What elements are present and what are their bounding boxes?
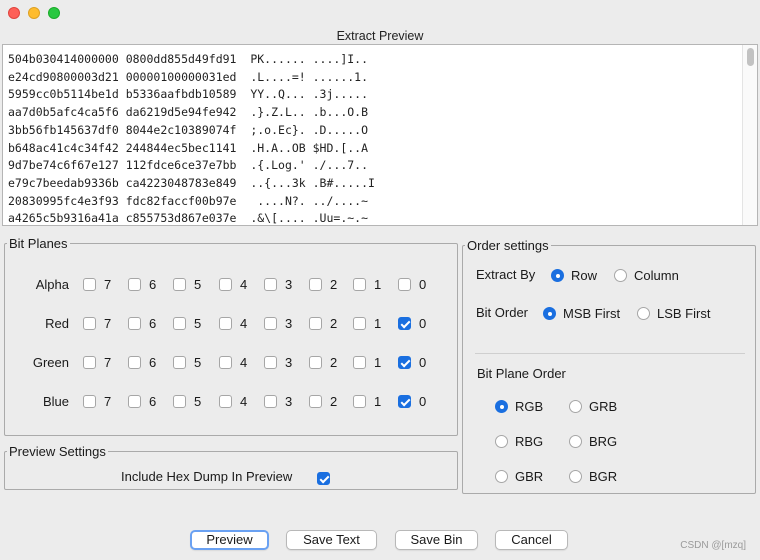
bit-number-label: 2 bbox=[330, 316, 338, 331]
bit-number-label: 0 bbox=[419, 394, 427, 409]
include-hex-dump-label: Include Hex Dump In Preview bbox=[121, 469, 293, 484]
save-text-button[interactable]: Save Text bbox=[286, 530, 377, 550]
bit-number-label: 6 bbox=[149, 355, 157, 370]
hex-lines: 504b030414000000 0800dd855d49fd91 PK....… bbox=[8, 51, 375, 226]
cancel-button[interactable]: Cancel bbox=[495, 530, 568, 550]
bit-plane-row-label: Blue bbox=[42, 394, 69, 409]
bit-plane-order-label: Bit Plane Order bbox=[477, 366, 566, 381]
bit-number-label: 7 bbox=[104, 316, 112, 331]
order-settings-legend: Order settings bbox=[467, 238, 549, 253]
bit-number-label: 4 bbox=[240, 316, 248, 331]
bit-number-label: 7 bbox=[104, 355, 112, 370]
bit-number-label: 0 bbox=[419, 316, 427, 331]
hex-line: 5959cc0b5114be1d b5336aafbdb10589 YY..Q.… bbox=[8, 87, 369, 102]
minimize-window-button[interactable] bbox=[28, 7, 40, 19]
bit-number-label: 5 bbox=[194, 316, 202, 331]
hex-line: b648ac41c4c34f42 244844ec5bec1141 .H.A..… bbox=[8, 140, 369, 155]
bit-number-label: 0 bbox=[419, 355, 427, 370]
bit-plane-row-green: Green 7 6 5 4 3 2 1 0 bbox=[5, 353, 457, 373]
preview-scrollbar-thumb[interactable] bbox=[747, 48, 754, 66]
hex-line: 9d7be74c6f67e127 112fdce6ce37e7bb .{.Log… bbox=[8, 158, 369, 173]
bit-plane-row-label: Alpha bbox=[35, 277, 69, 292]
bit-order-label: Bit Order bbox=[476, 305, 529, 320]
bit-number-label: 1 bbox=[374, 394, 382, 409]
bit-number-label: 6 bbox=[149, 394, 157, 409]
preview-button[interactable]: Preview bbox=[190, 530, 269, 550]
order-settings-group: Order settings Extract By Row Column Bit… bbox=[462, 238, 756, 494]
save-bin-button[interactable]: Save Bin bbox=[395, 530, 478, 550]
bit-plane-order-group: Bit Plane Order RGB GRB RBG BRG GBR BGR bbox=[475, 353, 745, 494]
hex-line: a4265c5b9316a41a c855753d867e037e .&\[..… bbox=[8, 211, 369, 226]
bit-number-label: 1 bbox=[374, 277, 382, 292]
bit-number-label: 2 bbox=[330, 355, 338, 370]
hex-line: 20830995fc4e3f93 fdc82faccf00b97e ....N?… bbox=[8, 193, 369, 208]
bit-planes-group: Bit Planes Alpha 7 6 5 4 3 2 1 0 Red 7 6 5 4 3 2 1 0 Green… bbox=[4, 236, 458, 436]
bit-number-label: 6 bbox=[149, 277, 157, 292]
bit-number-label: 7 bbox=[104, 394, 112, 409]
bit-plane-row-blue: Blue 7 6 5 4 3 2 1 0 bbox=[5, 392, 457, 412]
bit-number-label: 6 bbox=[149, 316, 157, 331]
watermark: CSDN @[mzq] bbox=[680, 540, 746, 551]
bit-number-label: 1 bbox=[374, 355, 382, 370]
bit-number-label: 3 bbox=[285, 394, 293, 409]
hex-line: 3bb56fb145637df0 8044e2c10389074f ;.o.Ec… bbox=[8, 122, 369, 137]
preview-settings-group: Preview Settings Include Hex Dump In Pre… bbox=[4, 444, 458, 490]
preview-settings-legend: Preview Settings bbox=[9, 444, 106, 459]
close-window-button[interactable] bbox=[8, 7, 20, 19]
bit-number-label: 3 bbox=[285, 355, 293, 370]
preview-title: Extract Preview bbox=[336, 29, 424, 43]
bit-number-label: 2 bbox=[330, 277, 338, 292]
zoom-window-button[interactable] bbox=[48, 7, 60, 19]
preview-scrollbar[interactable] bbox=[742, 45, 757, 225]
hex-preview-area[interactable]: 504b030414000000 0800dd855d49fd91 PK....… bbox=[2, 44, 758, 226]
bit-number-label: 2 bbox=[330, 394, 338, 409]
hex-line: e79c7beedab9336b ca4223048783e849 ..{...… bbox=[8, 175, 375, 190]
hex-line: e24cd90800003d21 00000100000031ed .L....… bbox=[8, 69, 369, 84]
bit-number-label: 7 bbox=[104, 277, 112, 292]
bit-number-label: 3 bbox=[285, 277, 293, 292]
bit-planes-legend: Bit Planes bbox=[9, 236, 68, 251]
bit-number-label: 1 bbox=[374, 316, 382, 331]
bit-number-label: 0 bbox=[419, 277, 427, 292]
hex-line: 504b030414000000 0800dd855d49fd91 PK....… bbox=[8, 52, 369, 66]
bit-number-label: 4 bbox=[240, 355, 248, 370]
bit-plane-row-red: Red 7 6 5 4 3 2 1 0 bbox=[5, 314, 457, 334]
bit-number-label: 5 bbox=[194, 355, 202, 370]
bit-plane-row-label: Green bbox=[32, 355, 69, 370]
bit-number-label: 4 bbox=[240, 394, 248, 409]
bit-number-label: 5 bbox=[194, 394, 202, 409]
extract-by-label: Extract By bbox=[476, 267, 536, 282]
bit-number-label: 3 bbox=[285, 316, 293, 331]
bit-plane-row-label: Red bbox=[45, 316, 69, 331]
bit-number-label: 5 bbox=[194, 277, 202, 292]
title-bar bbox=[0, 0, 760, 28]
bit-plane-row-alpha: Alpha 7 6 5 4 3 2 1 0 bbox=[5, 275, 457, 295]
hex-line: aa7d0b5afc4ca5f6 da6219d5e94fe942 .}.Z.L… bbox=[8, 105, 369, 120]
bit-number-label: 4 bbox=[240, 277, 248, 292]
